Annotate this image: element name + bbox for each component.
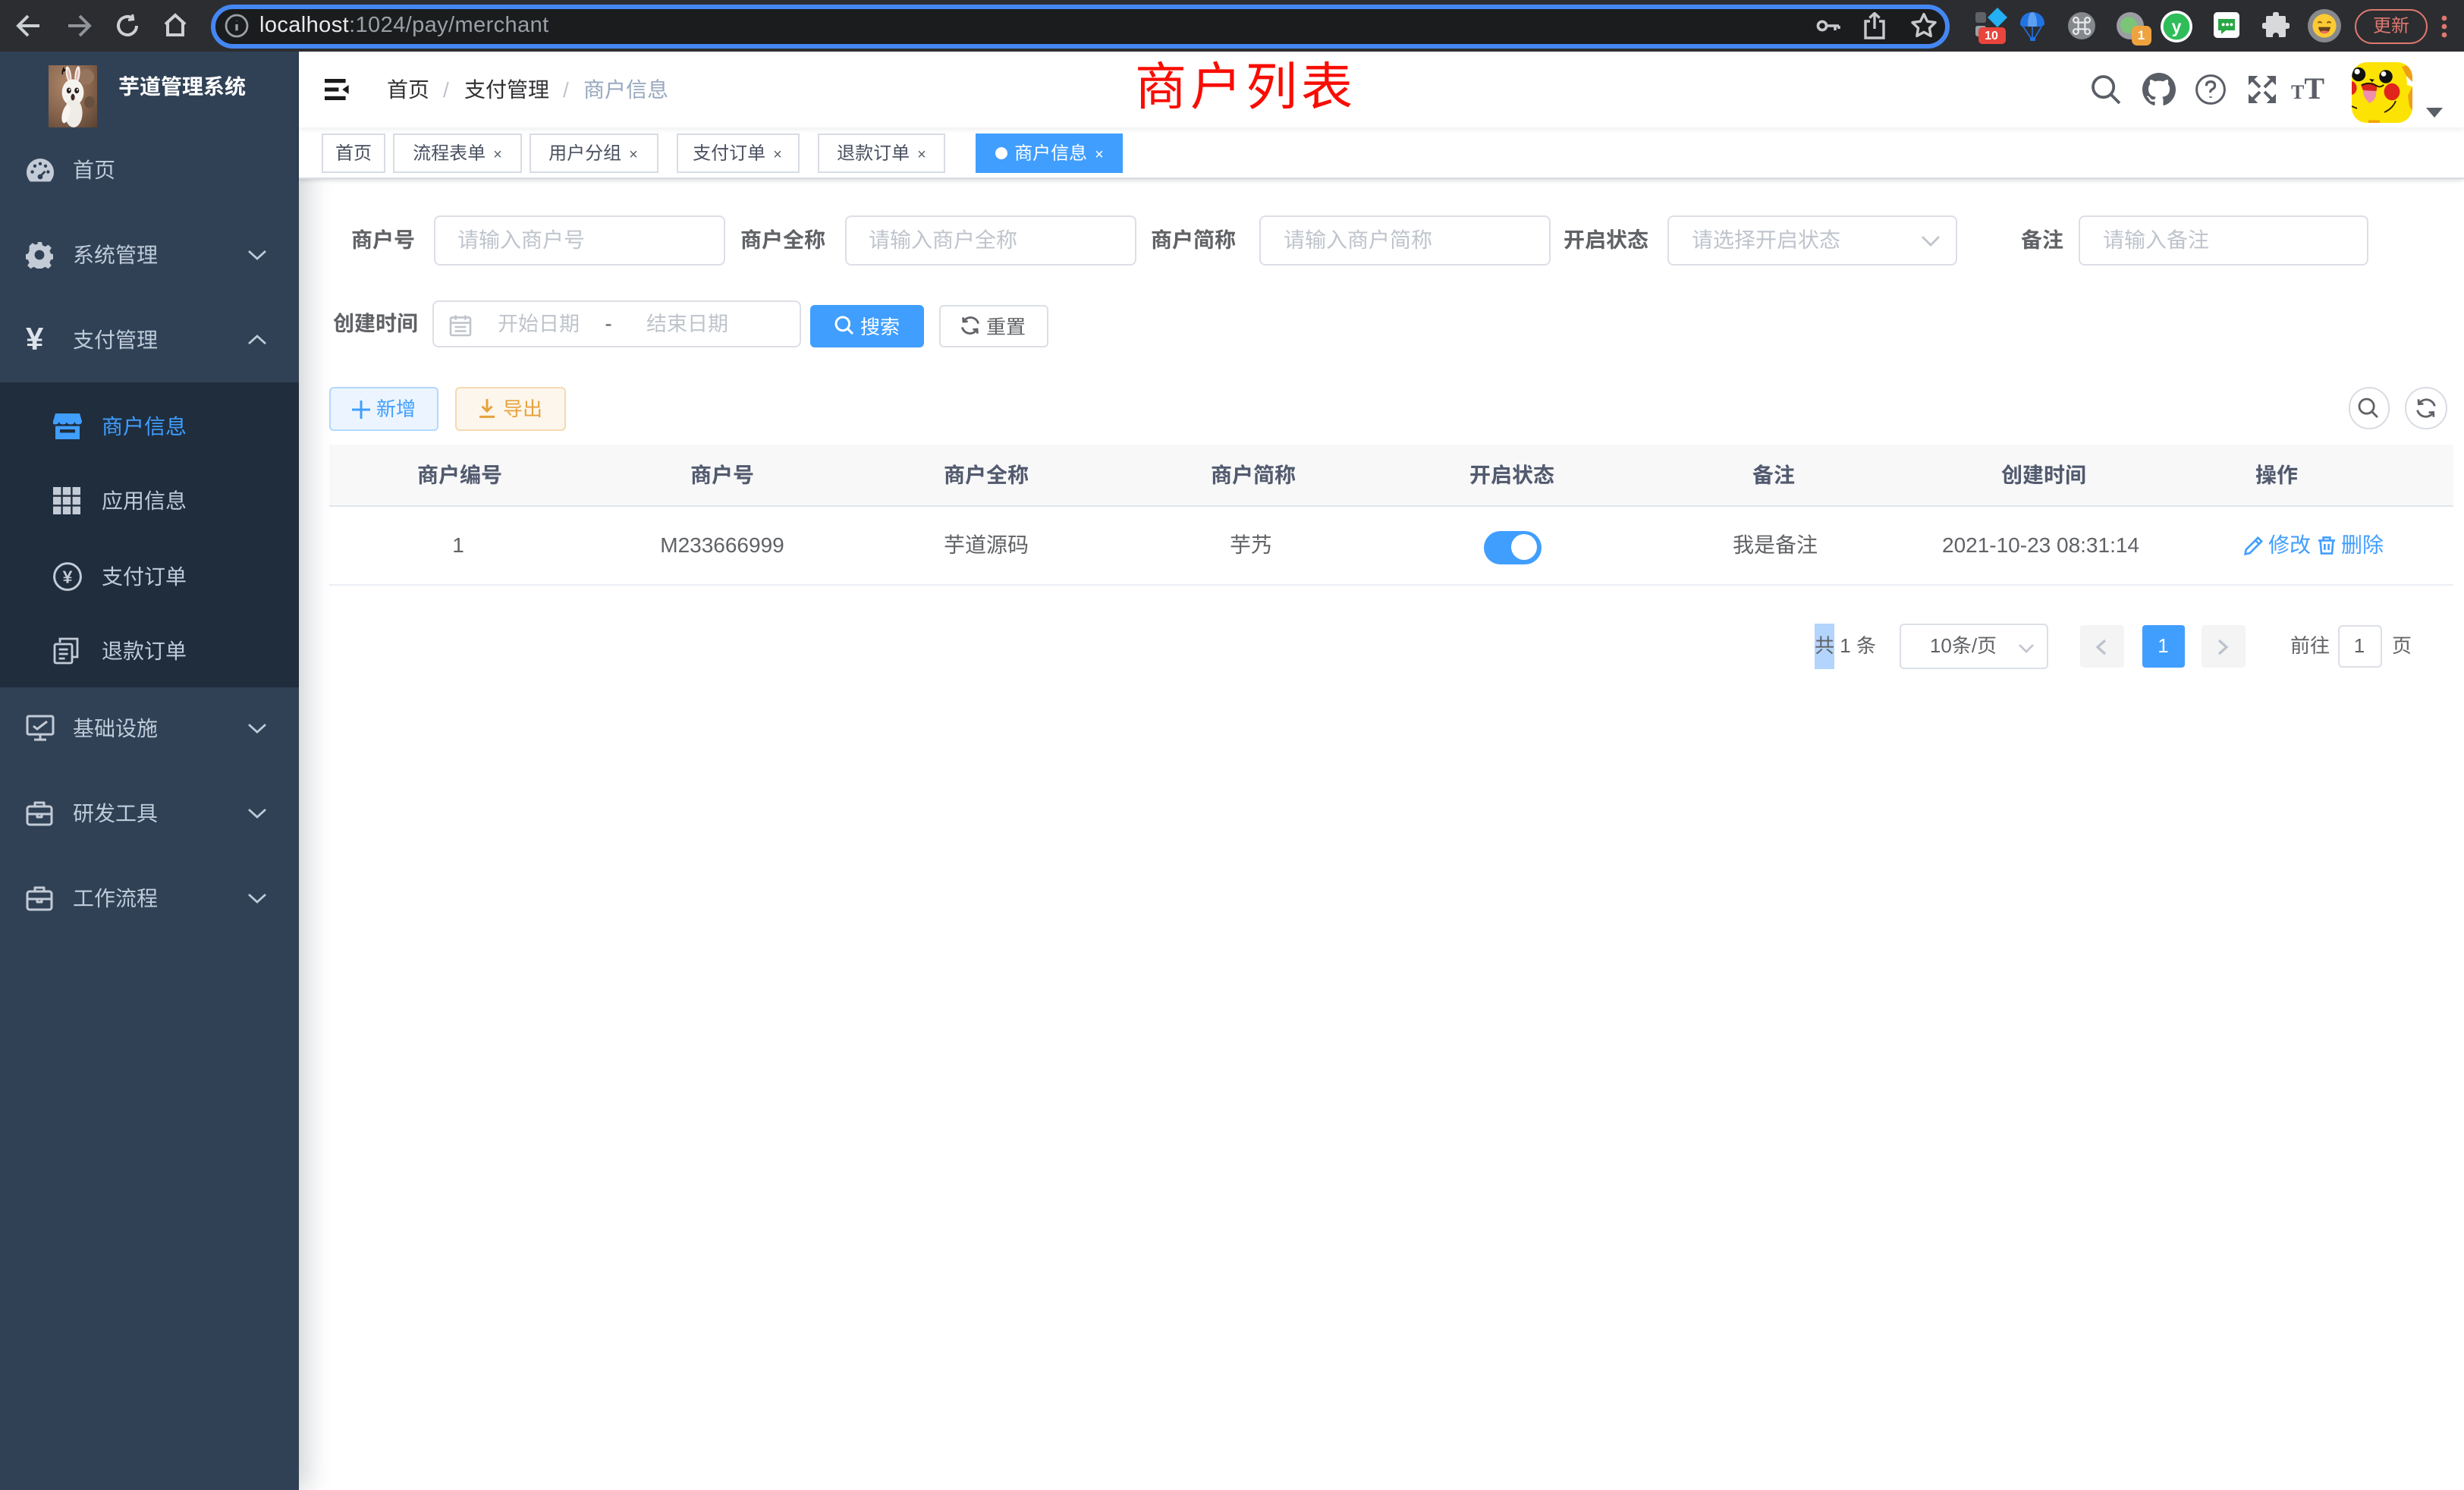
svg-text:y: y — [2172, 17, 2182, 36]
svg-text:¥: ¥ — [63, 567, 73, 586]
